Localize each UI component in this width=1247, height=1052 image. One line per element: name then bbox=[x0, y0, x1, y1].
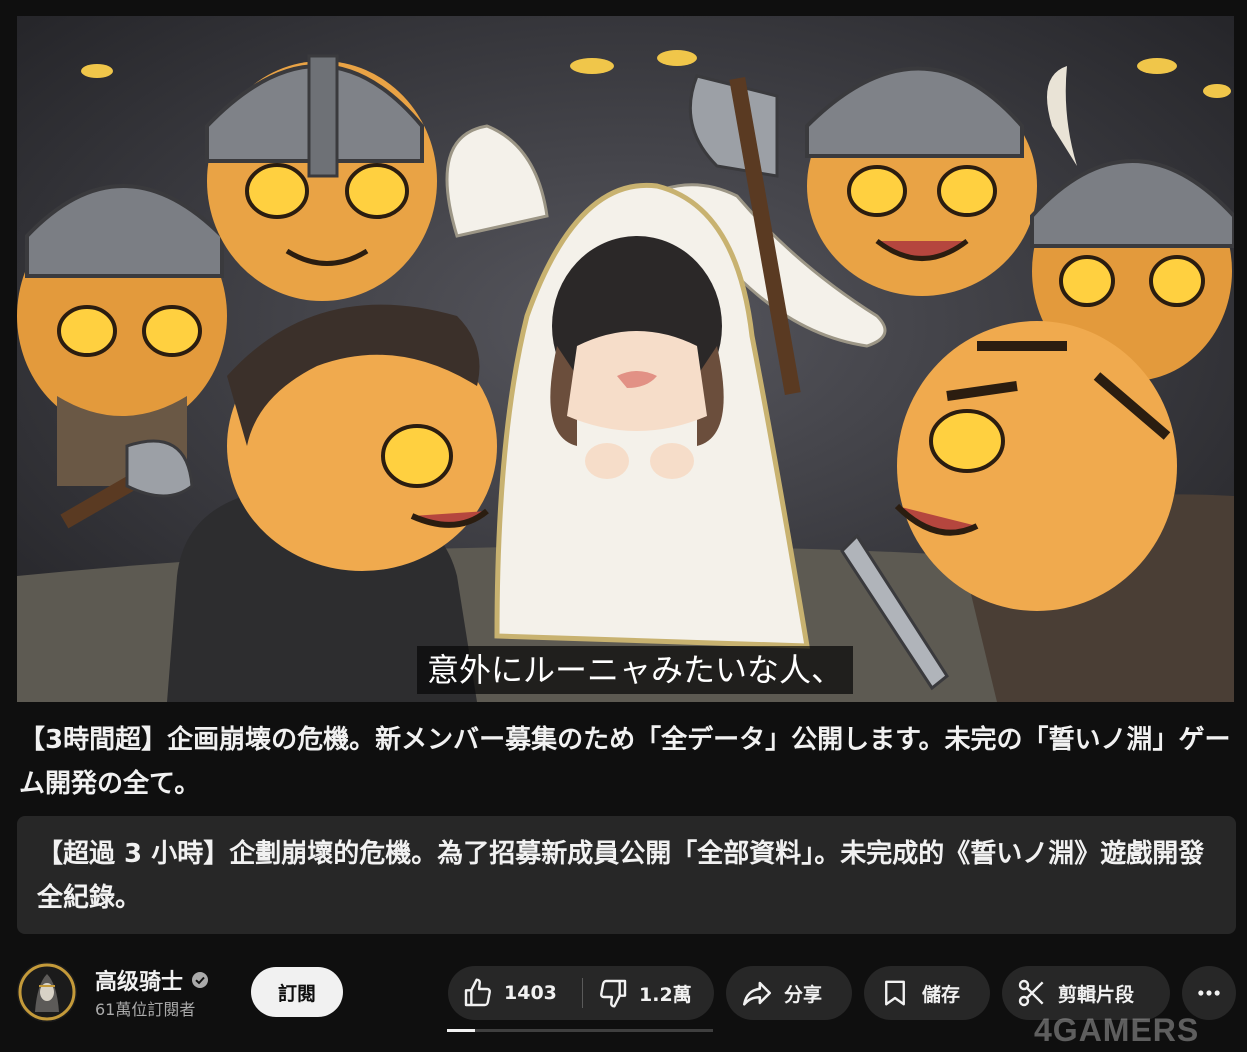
avatar-image bbox=[17, 962, 77, 1022]
save-label: 儲存 bbox=[922, 983, 961, 1006]
like-icon bbox=[464, 978, 491, 1007]
video-frame bbox=[17, 16, 1234, 702]
share-icon bbox=[742, 981, 772, 1006]
video-subtitle: 意外にルーニャみたいな人、 bbox=[417, 646, 854, 694]
share-button[interactable]: 分享 bbox=[726, 966, 852, 1020]
dislike-icon bbox=[600, 979, 627, 1008]
video-player[interactable]: 意外にルーニャみたいな人、 bbox=[17, 16, 1234, 702]
channel-name-row: 高级骑士 bbox=[95, 964, 209, 996]
subscribe-button[interactable]: 訂閱 bbox=[251, 967, 343, 1017]
scroll-indicator bbox=[447, 1029, 713, 1032]
verified-icon bbox=[192, 972, 209, 988]
dislike-button[interactable]: 1.2萬 bbox=[583, 966, 692, 1020]
channel-name[interactable]: 高级骑士 bbox=[95, 964, 183, 996]
channel-avatar[interactable] bbox=[17, 962, 77, 1022]
subscriber-count: 61萬位訂閱者 bbox=[95, 1000, 196, 1019]
share-label: 分享 bbox=[784, 983, 823, 1006]
clip-icon bbox=[1018, 979, 1044, 1007]
translated-title: 【超過 3 小時】企劃崩壞的危機。為了招募新成員公開「全部資料」。未完成的《誓い… bbox=[17, 816, 1236, 934]
like-button[interactable]: 1403 bbox=[448, 966, 582, 1020]
like-dislike-group: 1403 1.2萬 bbox=[448, 966, 714, 1020]
save-icon bbox=[885, 980, 905, 1006]
video-title: 【3時間超】企画崩壊の危機。新メンバー募集のため「全データ」公開します。未完の「… bbox=[19, 725, 1231, 799]
more-icon bbox=[1198, 990, 1220, 996]
clip-label: 剪輯片段 bbox=[1058, 983, 1135, 1006]
like-count: 1403 bbox=[504, 982, 557, 1004]
dislike-count: 1.2萬 bbox=[639, 983, 692, 1006]
save-button[interactable]: 儲存 bbox=[864, 966, 990, 1020]
watermark: 4GAMERS bbox=[1034, 1012, 1200, 1048]
scroll-indicator-fill bbox=[447, 1029, 475, 1032]
